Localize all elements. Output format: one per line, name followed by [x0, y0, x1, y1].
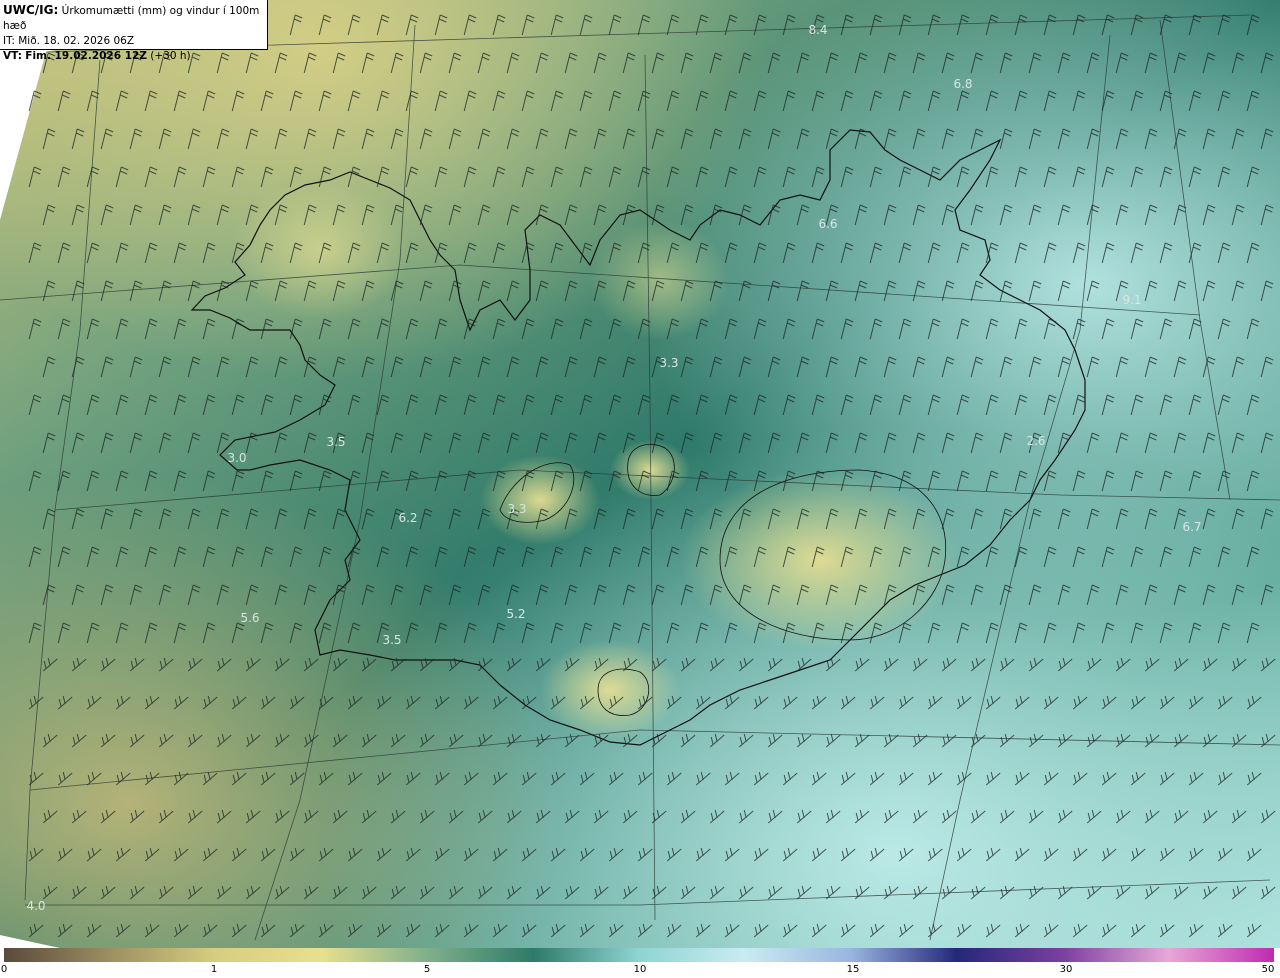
map-value-label: 3.3	[507, 502, 527, 516]
map-value-label: 9.1	[1122, 293, 1142, 307]
colorbar-tick: 30	[1059, 964, 1073, 975]
valid-time-line: VT: Fim. 19.02.2026 12Z (+30 h)	[3, 49, 264, 64]
colorbar-tick: 50	[1261, 964, 1275, 975]
issue-time-prefix: IT:	[3, 35, 15, 47]
colorbar-tick: 5	[423, 964, 431, 975]
map-value-label: 6.8	[953, 77, 973, 91]
colorbar-tick: 15	[846, 964, 860, 975]
issue-time-value: Mið. 18. 02. 2026 06Z	[18, 35, 135, 47]
map-value-label: 5.2	[506, 607, 526, 621]
map-value-label: 8.4	[808, 23, 828, 37]
valid-time-value: Fim. 19.02.2026 12Z	[25, 50, 147, 62]
valid-time-lead: (+30 h)	[150, 50, 191, 62]
forecast-info-box: UWC/IG: Úrkomumætti (mm) og vindur í 100…	[0, 0, 268, 62]
forecast-map	[0, 0, 1280, 948]
map-value-label: 3.3	[659, 356, 679, 370]
map-value-label: 4.0	[26, 899, 46, 913]
map-value-label: 6.6	[818, 217, 838, 231]
map-value-label: 6.7	[1182, 520, 1202, 534]
issue-time-line: IT: Mið. 18. 02. 2026 06Z	[3, 34, 264, 49]
map-value-label: 2.6	[1026, 434, 1046, 448]
map-value-label: 6.2	[398, 511, 418, 525]
map-value-label: 5.6	[240, 611, 260, 625]
model-name: UWC/IG:	[3, 3, 59, 17]
colorbar: 0 1 5 10 15 30 50	[0, 948, 1280, 978]
colorbar-gradient	[4, 948, 1274, 962]
map-value-label: 3.0	[227, 451, 247, 465]
valid-time-prefix: VT:	[3, 50, 22, 62]
colorbar-tick: 10	[633, 964, 647, 975]
map-value-label: 3.5	[326, 435, 346, 449]
info-title-line: UWC/IG: Úrkomumætti (mm) og vindur í 100…	[3, 3, 264, 34]
colorbar-tick: 0	[0, 964, 8, 975]
map-value-label: 3.5	[382, 633, 402, 647]
colorbar-tick: 1	[210, 964, 218, 975]
